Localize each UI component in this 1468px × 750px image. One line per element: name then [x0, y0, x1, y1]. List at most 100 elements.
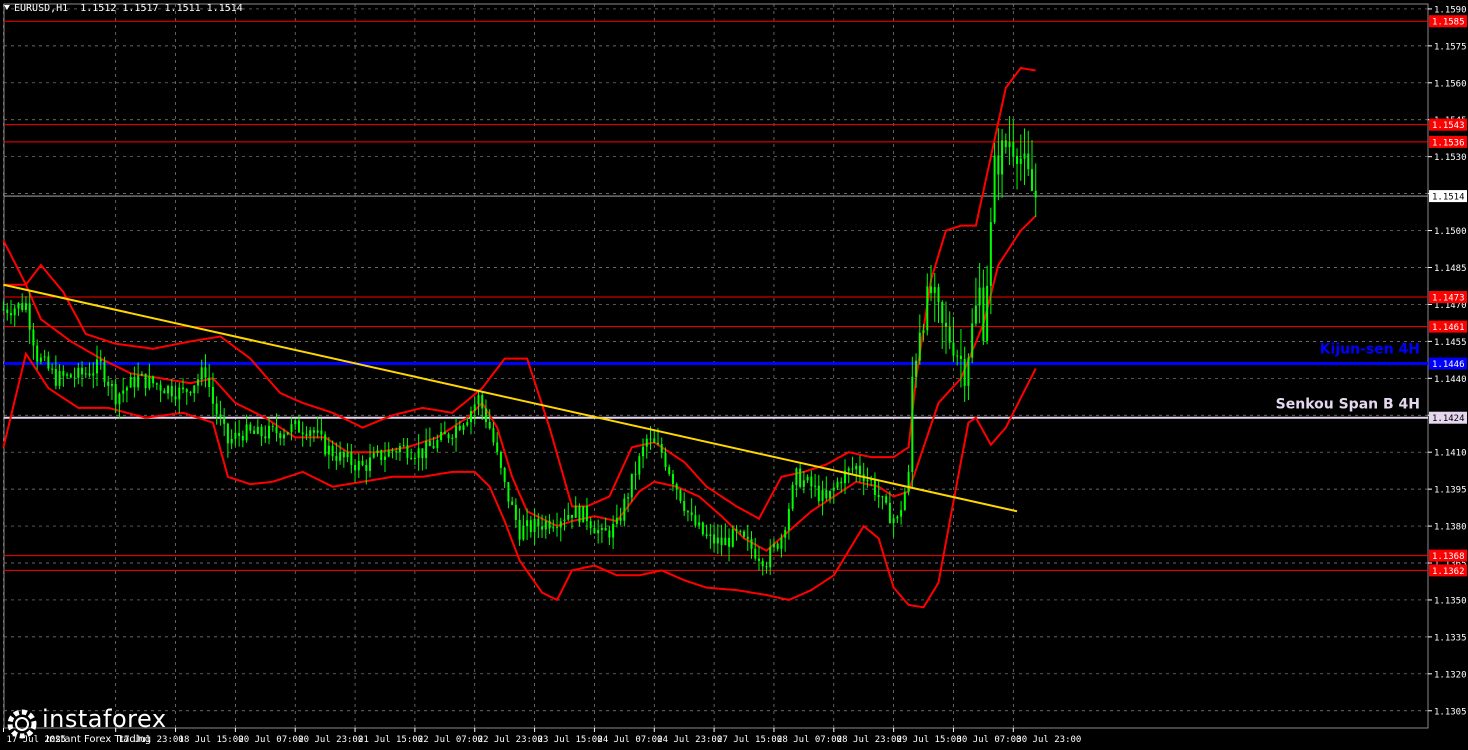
candle-body: [301, 432, 304, 435]
candle-body: [817, 485, 820, 502]
candle-body: [140, 373, 143, 376]
candle-body: [268, 425, 271, 439]
candle-body: [600, 527, 603, 530]
candle-body: [559, 521, 562, 528]
y-tick-label: 1.1530: [1434, 153, 1467, 163]
kijun-label: Kijun-sen 4H: [1320, 342, 1420, 358]
price-chart[interactable]: Kijun-sen 4H Senkou Span B 4H 1.1305 1.132…: [0, 0, 1468, 750]
candle-body: [1031, 169, 1033, 191]
candle-body: [974, 305, 977, 324]
candle-body: [425, 440, 428, 459]
candle-body: [675, 483, 678, 490]
candle-body: [148, 376, 151, 389]
candle-body: [69, 374, 72, 378]
candle-body: [518, 519, 521, 540]
candle-body: [907, 472, 910, 492]
candle-body: [275, 426, 278, 434]
candle-body: [959, 355, 962, 359]
candle-body: [58, 371, 61, 386]
candle-body: [724, 537, 727, 546]
candle-body: [155, 383, 158, 385]
chart-header: EURUSD,H1 1.1512 1.1517 1.1511 1.1514: [4, 3, 243, 14]
candle-body: [297, 420, 300, 433]
candle-body: [376, 450, 379, 454]
symbol-label: EURUSD,H1: [14, 3, 69, 14]
gear-logo-icon: [7, 709, 37, 739]
y-tick-label: 1.1395: [1434, 486, 1467, 496]
candle-body: [496, 442, 499, 453]
candle-body: [230, 438, 233, 444]
candle-body: [570, 514, 573, 518]
candle-body: [324, 434, 327, 455]
candle-body: [840, 481, 843, 484]
y-tick-label: 1.1500: [1434, 227, 1467, 237]
senkou-price-tag: 1.1424: [1432, 414, 1465, 424]
candle-body: [686, 511, 689, 513]
y-tick-label: 1.1485: [1434, 264, 1467, 274]
candle-body: [122, 390, 125, 394]
candle-body: [709, 534, 712, 536]
candle-body: [51, 368, 54, 370]
dropdown-triangle-icon[interactable]: [4, 5, 10, 10]
candle-body: [43, 356, 46, 358]
candle-body: [529, 520, 532, 533]
candle-body: [125, 387, 128, 391]
candle-body: [728, 537, 731, 547]
level-price-tag: 1.1362: [1432, 567, 1465, 577]
candle-body: [544, 520, 547, 530]
candle-body: [533, 518, 536, 533]
candle-body: [612, 523, 615, 538]
candle-body: [47, 356, 50, 369]
candle-body: [238, 432, 241, 436]
candle-body: [780, 537, 783, 549]
candle-body: [451, 437, 454, 439]
candle-body: [567, 514, 570, 520]
candle-body: [772, 543, 775, 548]
candle-body: [926, 286, 929, 331]
candle-body: [335, 456, 338, 461]
x-tick-label: 30 Jul 23:00: [1016, 735, 1081, 745]
candle-body: [32, 329, 35, 346]
candle-body: [215, 403, 218, 415]
candle-body: [776, 543, 779, 549]
candle-body: [993, 155, 996, 223]
candle-body: [443, 431, 446, 435]
y-tick-label: 1.1590: [1434, 5, 1467, 15]
candle-body: [649, 438, 652, 440]
level-price-tag: 1.1461: [1432, 323, 1465, 333]
candle-body: [548, 520, 551, 529]
candle-body: [73, 377, 76, 379]
candle-body: [705, 534, 708, 536]
candle-body: [361, 461, 364, 466]
candle-body: [9, 313, 12, 316]
candle-body: [346, 452, 349, 458]
candle-body: [380, 450, 383, 461]
candle-body: [484, 408, 487, 423]
candle-body: [305, 434, 308, 436]
candle-body: [1027, 153, 1030, 170]
candle-body: [417, 448, 420, 458]
candle-body: [911, 376, 914, 473]
candle-body: [204, 367, 207, 378]
candle-body: [383, 456, 386, 461]
candle-body: [219, 414, 222, 418]
candle-body: [283, 434, 285, 439]
candle-body: [133, 377, 136, 388]
candle-body: [327, 445, 330, 455]
candle-body: [271, 425, 274, 427]
candle-body: [948, 326, 951, 343]
level-price-tag: 1.1543: [1432, 121, 1465, 131]
candle-body: [855, 465, 858, 470]
candle-body: [735, 529, 738, 531]
x-tick-label: 23 Jul 15:00: [538, 735, 603, 745]
candle-body: [77, 367, 80, 378]
candle-body: [84, 373, 87, 375]
candle-body: [802, 480, 805, 487]
candle-body: [66, 374, 69, 376]
candle-body: [597, 529, 600, 534]
candle-body: [428, 440, 431, 447]
candle-body: [410, 457, 413, 459]
candle-body: [698, 522, 701, 526]
candle-body: [537, 518, 540, 527]
ohlc-values: 1.1512 1.1517 1.1511 1.1514: [80, 3, 243, 14]
